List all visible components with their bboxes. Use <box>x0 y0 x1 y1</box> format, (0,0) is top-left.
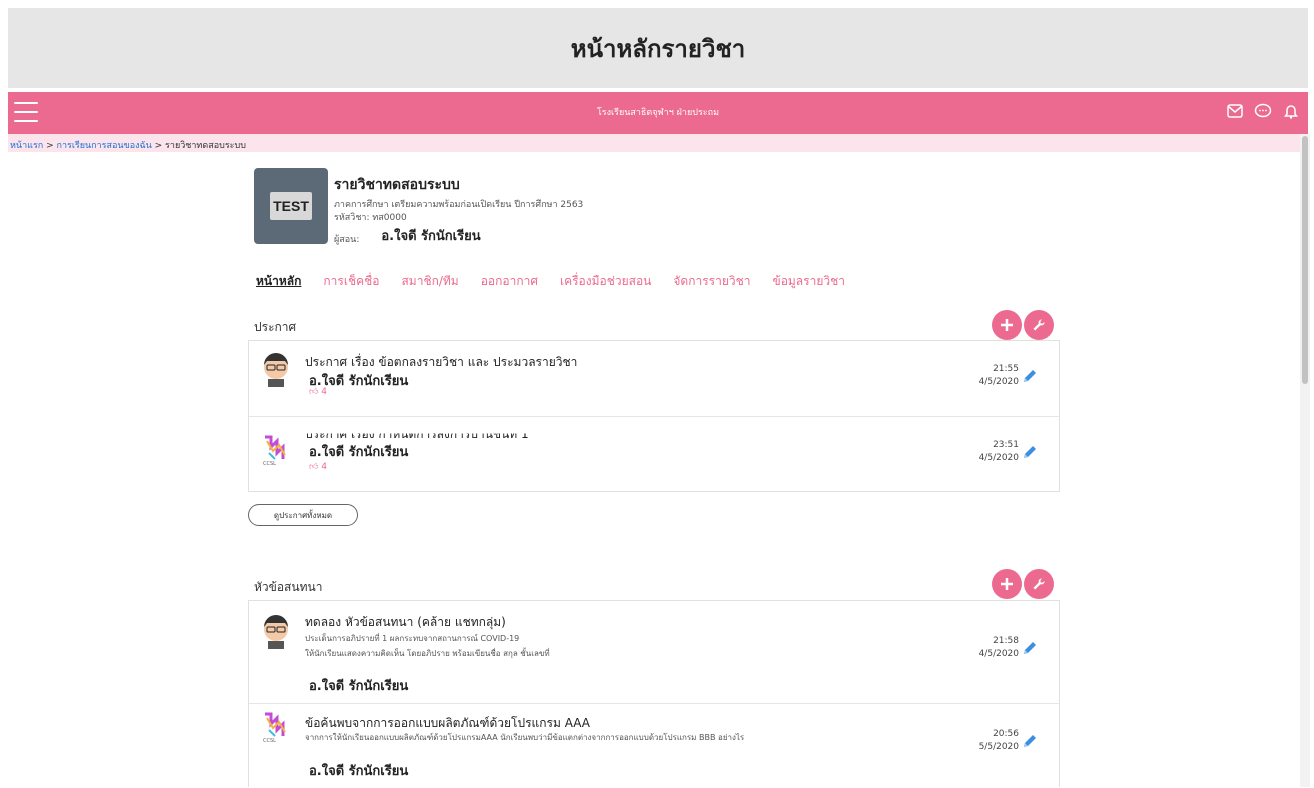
breadcrumb: หน้าแรก > การเรียนการสอนของฉัน > รายวิชา… <box>8 134 1302 152</box>
course-image: TEST <box>254 168 328 244</box>
discussion-author: อ.ใจดี รักนักเรียน <box>309 764 409 779</box>
discussion-description: ให้นักเรียนแสดงความคิดเห็น โดยอภิปราย พร… <box>305 649 550 658</box>
list-item[interactable]: ทดลอง หัวข้อสนทนา (คล้าย แชทกลุ่ม) ประเด… <box>249 601 1059 704</box>
bell-icon[interactable] <box>1282 102 1300 120</box>
discussion-description: จากการให้นักเรียนออกแบบผลิตภัณฑ์ด้วยโปรแ… <box>305 733 745 742</box>
teacher-label: ผู้สอน: <box>334 235 360 245</box>
top-nav-bar: โรงเรียนสาธิตจุฬาฯ ฝ่ายประถม <box>8 92 1308 134</box>
like-count[interactable]: 👍︎ 4 <box>309 387 327 397</box>
tab-broadcast[interactable]: ออกอากาศ <box>481 272 538 291</box>
tab-manage-course[interactable]: จัดการรายวิชา <box>673 272 750 291</box>
course-code: รหัสวิชา: ทส0000 <box>334 213 407 223</box>
course-info: รายวิชาทดสอบระบบ ภาคการศึกษา เตรียมความพ… <box>334 174 583 246</box>
like-count[interactable]: 👍︎ 4 <box>309 462 327 472</box>
discussion-description: ประเด็นการอภิปรายที่ 1 ผลกระทบจากสถานการ… <box>305 634 520 643</box>
plus-icon <box>1001 319 1013 331</box>
breadcrumb-current: > รายวิชาทดสอบระบบ <box>151 141 246 151</box>
tab-members[interactable]: สมาชิก/ทีม <box>401 272 458 291</box>
mail-icon[interactable] <box>1226 102 1244 120</box>
thumbs-up-icon: 👍︎ <box>309 387 319 397</box>
svg-text:CCSL: CCSL <box>263 738 276 744</box>
announcement-author: อ.ใจดี รักนักเรียน <box>309 445 409 460</box>
list-item[interactable]: CCSL ประกาศ เรื่อง กำหนดการส่งการบ้านชิ้… <box>249 417 1059 493</box>
teacher-row: ผู้สอน: อ.ใจดี รักนักเรียน <box>334 225 583 246</box>
announcements-card: ประกาศ เรื่อง ข้อตกลงรายวิชา และ ประมวลร… <box>248 340 1060 492</box>
pencil-icon[interactable] <box>1021 732 1039 750</box>
list-item[interactable]: CCSL ข้อค้นพบจากการออกแบบผลิตภัณฑ์ด้วยโป… <box>249 704 1059 788</box>
thumbs-up-icon: 👍︎ <box>309 462 319 472</box>
pencil-icon[interactable] <box>1021 443 1039 461</box>
avatar: CCSL <box>261 433 291 467</box>
discussion-title: ทดลอง หัวข้อสนทนา (คล้าย แชทกลุ่ม) <box>305 615 506 629</box>
plus-icon <box>1001 578 1013 590</box>
breadcrumb-home-link[interactable]: หน้าแรก <box>10 141 43 151</box>
page-title-bar: หน้าหลักรายวิชา <box>8 8 1308 88</box>
course-term: ภาคการศึกษา เตรียมความพร้อมก่อนเปิดเรียน… <box>334 200 584 210</box>
course-tabs: หน้าหลัก การเช็คชื่อ สมาชิก/ทีม ออกอากาศ… <box>256 272 845 291</box>
course-image-label: TEST <box>270 192 312 220</box>
discussions-card: ทดลอง หัวข้อสนทนา (คล้าย แชทกลุ่ม) ประเด… <box>248 600 1060 787</box>
add-announcement-button[interactable] <box>992 310 1022 340</box>
scrollbar-thumb[interactable] <box>1302 136 1308 384</box>
tab-course-info[interactable]: ข้อมูลรายวิชา <box>772 272 845 291</box>
course-name: รายวิชาทดสอบระบบ <box>334 177 460 193</box>
wrench-icon <box>1033 578 1045 590</box>
post-timestamp: 20:56 5/5/2020 <box>978 729 1019 752</box>
add-discussion-button[interactable] <box>992 569 1022 599</box>
tab-teaching-tools[interactable]: เครื่องมือช่วยสอน <box>560 272 651 291</box>
top-icons <box>1226 102 1300 120</box>
tab-attendance[interactable]: การเช็คชื่อ <box>323 272 379 291</box>
tab-home[interactable]: หน้าหลัก <box>256 272 301 291</box>
teacher-name: อ.ใจดี รักนักเรียน <box>381 229 481 244</box>
list-item[interactable]: ประกาศ เรื่อง ข้อตกลงรายวิชา และ ประมวลร… <box>249 341 1059 417</box>
manage-discussions-button[interactable] <box>1024 569 1054 599</box>
wrench-icon <box>1033 319 1045 331</box>
announcements-label: ประกาศ <box>254 320 297 334</box>
page-title: หน้าหลักรายวิชา <box>570 34 746 63</box>
svg-text:CCSL: CCSL <box>263 461 276 467</box>
avatar: CCSL <box>261 710 291 744</box>
discussion-author: อ.ใจดี รักนักเรียน <box>309 679 409 694</box>
breadcrumb-learning-link[interactable]: การเรียนการสอนของฉัน <box>57 141 152 151</box>
school-name: โรงเรียนสาธิตจุฬาฯ ฝ่ายประถม <box>596 108 720 118</box>
avatar <box>261 353 291 387</box>
discussions-label: หัวข้อสนทนา <box>254 580 323 594</box>
post-timestamp: 21:58 4/5/2020 <box>978 636 1019 659</box>
pencil-icon[interactable] <box>1021 639 1039 657</box>
avatar <box>261 615 291 649</box>
manage-announcements-button[interactable] <box>1024 310 1054 340</box>
chat-icon[interactable] <box>1254 102 1272 120</box>
pencil-icon[interactable] <box>1021 367 1039 385</box>
view-all-announcements-button[interactable]: ดูประกาศทั้งหมด <box>248 504 358 526</box>
post-timestamp: 23:51 4/5/2020 <box>978 440 1019 463</box>
post-timestamp: 21:55 4/5/2020 <box>978 364 1019 387</box>
breadcrumb-separator: > <box>43 141 57 151</box>
course-header: TEST รายวิชาทดสอบระบบ ภาคการศึกษา เตรียม… <box>254 168 854 258</box>
